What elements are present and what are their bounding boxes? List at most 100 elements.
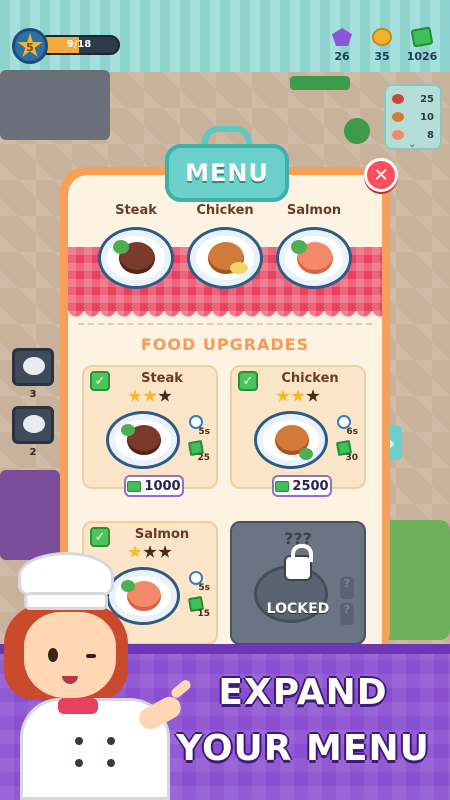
stock-row: 10 [392,108,434,126]
upgrade-buy-button[interactable]: 1000 [124,475,184,497]
menu-title-plate: MENU [165,144,289,202]
upgrade-card-steak[interactable]: ✓ Steak 5s 25 1000 [82,365,218,497]
promo-line-1: EXPAND [218,672,388,713]
gem-icon [332,28,352,46]
checkbox-icon[interactable]: ✓ [90,527,110,547]
star-filled-icon [143,389,157,402]
upgrade-stats: 5s 25 [184,415,210,467]
ingredient-stock-panel[interactable]: 25 10 8 ⌄ [384,84,442,150]
plate-icon [23,357,45,375]
steak-dish [106,411,180,469]
background-table: 2 [12,406,54,458]
upgrade-price: 2500 [292,478,329,494]
promo-line-2: YOUR MENU [176,728,430,769]
table-count: 2 [29,447,37,458]
profit-value: 30 [345,453,358,463]
cook-time-stat: 5s [184,415,210,441]
star-empty-icon [306,389,320,402]
plant-decoration [344,118,370,144]
coin-value: 35 [374,50,390,63]
cash-counter[interactable]: 1026 [400,26,444,63]
upgrade-name: Chicken [281,371,339,386]
upgrade-price: 1000 [144,478,181,494]
current-dish-name: Steak [115,203,157,218]
star-icon: 5 [17,33,43,57]
salmon-dish[interactable] [276,227,352,289]
menu-title: MENU [185,159,269,187]
star-filled-icon [276,389,290,402]
carpet [0,470,60,560]
coin-icon [372,28,392,46]
chevron-down-icon[interactable]: ⌄ [408,139,416,150]
checkbox-icon[interactable]: ✓ [90,371,110,391]
locked-stat-icon: ? [340,603,354,625]
garnish-icon [299,448,313,460]
potato-icon [230,262,248,274]
player-level: 5 [26,41,34,54]
background-table: 3 [12,348,54,400]
chicken-dish[interactable] [187,227,263,289]
cook-time-value: 6s [346,427,358,437]
cook-time-value: 5s [198,583,210,593]
upgrade-card-chicken[interactable]: ✓ Chicken 6s 30 2500 [230,365,366,497]
food-upgrades-title: FOOD UPGRADES [140,335,310,354]
cash-icon [127,480,142,492]
gem-value: 26 [334,50,350,63]
upgrade-name: Salmon [134,527,190,542]
pointing-finger [169,678,193,700]
garden-decoration [380,520,450,640]
star-rating [276,389,320,403]
cash-value: 1026 [406,50,438,63]
tablecloth-edge [68,311,382,319]
star-filled-icon [291,389,305,402]
plate-icon [23,415,45,433]
upgrade-name: Steak [141,371,183,386]
star-filled-icon [128,389,142,402]
checkbox-icon[interactable]: ✓ [238,371,258,391]
profit-stat: 30 [332,439,358,467]
cash-icon [275,480,290,492]
plant-decoration [290,76,350,90]
close-button[interactable]: ✕ [364,158,398,192]
table-count: 3 [29,389,37,400]
upgrade-stats: 6s 30 [332,415,358,467]
kitchen-counter [0,70,110,140]
jacket-button [107,737,115,745]
star-rating [128,389,172,403]
chef-face [24,612,116,698]
stock-value: 25 [420,93,434,105]
garnish-icon [291,240,307,254]
stock-value: 8 [427,129,434,141]
jacket-button [75,737,83,745]
steak-stock-icon [392,94,404,104]
star-empty-icon [158,389,172,402]
chicken-stock-icon [392,112,404,122]
profit-stat: 25 [184,439,210,467]
steak-dish[interactable] [98,227,174,289]
jacket-button [107,759,115,767]
lock-icon [284,544,313,581]
section-divider [78,323,372,325]
current-dish-name: Chicken [196,203,254,218]
jacket-button [75,759,83,767]
garnish-icon [121,424,135,436]
garnish-icon [113,240,129,254]
cook-time-value: 5s [198,427,210,437]
profit-value: 25 [197,453,210,463]
chef-character [0,552,200,800]
current-dish-name: Salmon [286,203,342,218]
stock-row: 25 [392,90,434,108]
cash-icon [410,26,434,48]
coin-counter[interactable]: 35 [360,28,404,63]
locked-upgrade-card[interactable]: ??? LOCKED ? ? [230,521,366,645]
upgrade-buy-button[interactable]: 2500 [272,475,332,497]
stock-value: 10 [420,111,434,123]
menu-title-tab: MENU [165,126,289,202]
salmon-stock-icon [392,130,404,140]
chef-hat-band [24,592,108,610]
chicken-dish [254,411,328,469]
gem-counter[interactable]: 26 [320,28,364,63]
player-level-badge[interactable]: 5 [12,28,48,64]
locked-stat-icon: ? [340,577,354,599]
chef-wink-eye [86,654,96,658]
